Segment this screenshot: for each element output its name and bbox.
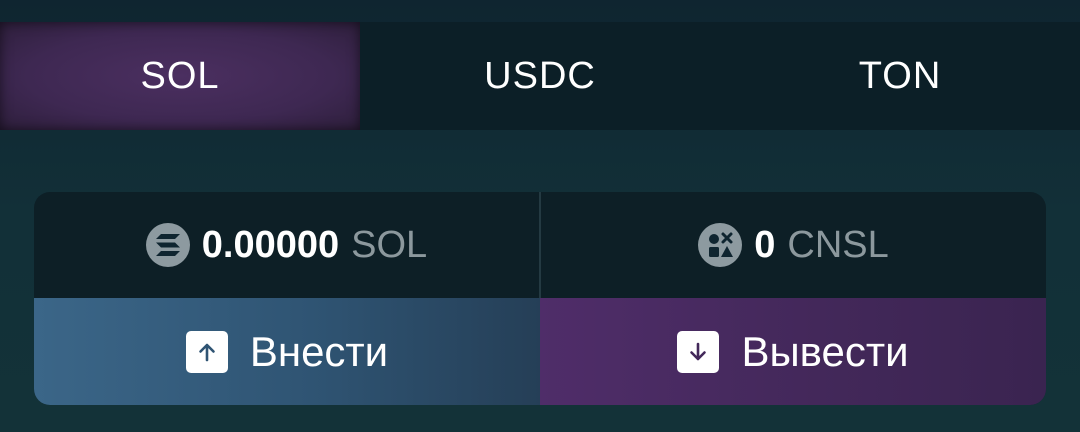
arrow-up-icon (185, 330, 228, 373)
solana-icon (145, 223, 190, 267)
tab-usdc[interactable]: USDC (360, 22, 720, 130)
tab-ton-label: TON (858, 54, 942, 97)
sol-amount: 0.00000 (201, 223, 340, 266)
tab-usdc-label: USDC (484, 54, 596, 97)
tab-ton[interactable]: TON (720, 22, 1080, 130)
tab-sol[interactable]: SOL (0, 22, 360, 130)
cnsl-token-icon (698, 223, 743, 267)
sol-unit: SOL (351, 223, 428, 266)
cnsl-amount: 0 (754, 223, 776, 266)
currency-tabs: SOL USDC TON (0, 22, 1080, 130)
deposit-label: Внести (249, 327, 389, 375)
balances-row: 0.00000 SOL 0 CNSL (34, 192, 1046, 298)
tab-sol-label: SOL (140, 54, 220, 97)
cnsl-unit: CNSL (787, 223, 889, 266)
arrow-down-icon (677, 330, 720, 373)
actions-row: Внести Вывести (34, 298, 1046, 405)
cnsl-balance: 0 CNSL (539, 192, 1046, 298)
deposit-button[interactable]: Внести (34, 298, 540, 405)
withdraw-button[interactable]: Вывести (540, 298, 1046, 405)
withdraw-label: Вывести (741, 327, 909, 375)
sol-balance: 0.00000 SOL (34, 192, 539, 298)
wallet-card: 0.00000 SOL 0 CNSL Внести Вывести (34, 192, 1046, 405)
